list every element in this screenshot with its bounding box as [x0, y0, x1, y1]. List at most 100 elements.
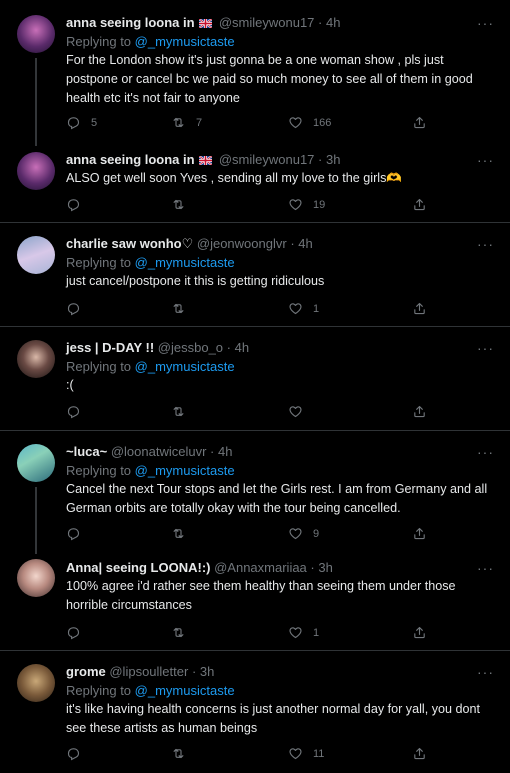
reply-button[interactable]	[66, 404, 91, 419]
tweet[interactable]: grome @lipsoulletter · 3h Replying to @_…	[0, 651, 510, 773]
reply-button[interactable]: 5	[66, 115, 97, 130]
mention-link[interactable]: @_mymusictaste	[135, 34, 235, 49]
tweet-header: ~luca~ @loonatwiceluvr · 4h	[66, 443, 496, 460]
avatar[interactable]	[17, 152, 55, 190]
display-name[interactable]: ~luca~	[66, 444, 107, 459]
avatar[interactable]	[17, 664, 55, 702]
reply-icon	[67, 117, 80, 130]
display-name[interactable]: grome	[66, 664, 106, 679]
tweet-content: jess | D-DAY !! @jessbo_o · 4h Replying …	[66, 339, 496, 395]
reply-icon	[67, 528, 80, 541]
handle[interactable]: @jeonwoonglvr	[197, 236, 287, 251]
reply-button[interactable]	[66, 197, 91, 212]
tweet-actions: 1	[66, 301, 446, 317]
timestamp[interactable]: · 3h	[318, 152, 340, 167]
share-button[interactable]	[412, 404, 427, 419]
timestamp[interactable]: · 4h	[227, 340, 249, 355]
display-name[interactable]: anna seeing loona in	[66, 15, 195, 30]
like-button[interactable]: 19	[288, 197, 325, 212]
handle[interactable]: @smileywonu17	[219, 152, 315, 167]
share-button[interactable]	[412, 301, 427, 316]
replying-to-label: Replying to	[66, 359, 132, 374]
tweet-header: anna seeing loona in @smileywonu17 · 4h	[66, 14, 496, 31]
tweet-actions: 19	[66, 197, 446, 213]
retweet-button[interactable]: 7	[171, 115, 202, 130]
avatar[interactable]	[17, 236, 55, 274]
tweet[interactable]: jess | D-DAY !! @jessbo_o · 4h Replying …	[0, 327, 510, 430]
like-button[interactable]: 11	[288, 746, 324, 761]
retweet-button[interactable]	[171, 301, 196, 316]
display-name[interactable]: anna seeing loona in	[66, 152, 195, 167]
share-button[interactable]	[412, 197, 427, 212]
retweet-button[interactable]	[171, 404, 196, 419]
more-icon[interactable]: ···	[477, 341, 494, 355]
like-icon	[289, 303, 302, 315]
mention-link[interactable]: @_mymusictaste	[135, 255, 235, 270]
avatar[interactable]	[17, 444, 55, 482]
tweet[interactable]: ~luca~ @loonatwiceluvr · 4h Replying to …	[0, 431, 510, 554]
share-button[interactable]	[412, 746, 427, 761]
reply-button[interactable]	[66, 526, 91, 541]
timestamp[interactable]: · 3h	[192, 664, 214, 679]
thread-line	[35, 58, 37, 146]
replying-to-label: Replying to	[66, 463, 132, 478]
share-icon	[414, 626, 425, 639]
like-button[interactable]: 1	[288, 301, 319, 316]
reply-icon	[67, 748, 80, 761]
more-icon[interactable]: ···	[477, 16, 494, 30]
avatar[interactable]	[17, 15, 55, 53]
share-button[interactable]	[412, 115, 427, 130]
share-icon	[414, 527, 425, 540]
reply-feed: anna seeing loona in @smileywonu17 · 4h …	[0, 0, 510, 773]
like-button[interactable]: 9	[288, 526, 319, 541]
replying-to: Replying to @_mymusictaste	[66, 358, 496, 375]
reply-button[interactable]	[66, 301, 91, 316]
uk-flag	[199, 19, 213, 28]
timestamp[interactable]: · 4h	[210, 444, 232, 459]
tweet-text: For the London show it's just gonna be a…	[66, 53, 473, 105]
display-name[interactable]: jess | D-DAY !!	[66, 340, 154, 355]
retweet-button[interactable]	[171, 746, 196, 761]
like-button[interactable]: 166	[288, 115, 331, 130]
share-button[interactable]	[412, 625, 427, 640]
tweet[interactable]: charlie saw wonho♡ @jeonwoonglvr · 4h Re…	[0, 223, 510, 326]
tweet[interactable]: anna seeing loona in @smileywonu17 · 4h …	[0, 0, 510, 146]
reply-button[interactable]	[66, 625, 91, 640]
avatar[interactable]	[17, 340, 55, 378]
handle[interactable]: @lipsoulletter	[109, 664, 188, 679]
mention-link[interactable]: @_mymusictaste	[135, 359, 235, 374]
handle[interactable]: @jessbo_o	[158, 340, 223, 355]
share-button[interactable]	[412, 526, 427, 541]
mention-link[interactable]: @_mymusictaste	[135, 463, 235, 478]
more-icon[interactable]: ···	[477, 445, 494, 459]
share-icon	[414, 405, 425, 418]
more-icon[interactable]: ···	[477, 561, 494, 575]
retweet-button[interactable]	[171, 197, 196, 212]
retweet-button[interactable]	[171, 625, 196, 640]
timestamp[interactable]: · 4h	[318, 15, 340, 30]
handle[interactable]: @loonatwiceluvr	[111, 444, 207, 459]
avatar[interactable]	[17, 559, 55, 597]
tweet-actions: 11	[66, 746, 446, 762]
handle[interactable]: @Annaxmariiaa	[214, 560, 307, 575]
display-name[interactable]: charlie saw wonho♡	[66, 236, 193, 251]
more-icon[interactable]: ···	[477, 237, 494, 251]
mention-link[interactable]: @_mymusictaste	[135, 683, 235, 698]
tweet[interactable]: anna seeing loona in @smileywonu17 · 3h …	[0, 140, 510, 222]
reply-button[interactable]	[66, 746, 91, 761]
tweet-actions: 1	[66, 625, 446, 641]
retweet-button[interactable]	[171, 526, 196, 541]
display-name[interactable]: Anna| seeing LOONA!:)	[66, 560, 210, 575]
timestamp[interactable]: · 3h	[310, 560, 332, 575]
like-button[interactable]: 1	[288, 625, 319, 640]
handle[interactable]: @smileywonu17	[219, 15, 315, 30]
share-icon	[414, 747, 425, 760]
timestamp[interactable]: · 4h	[290, 236, 312, 251]
like-icon	[289, 627, 302, 639]
more-icon[interactable]: ···	[477, 665, 494, 679]
tweet-header: grome @lipsoulletter · 3h	[66, 663, 496, 680]
like-button[interactable]	[288, 404, 313, 419]
share-icon	[414, 302, 425, 315]
tweet[interactable]: Anna| seeing LOONA!:) @Annaxmariiaa · 3h…	[0, 548, 510, 650]
more-icon[interactable]: ···	[477, 153, 494, 167]
